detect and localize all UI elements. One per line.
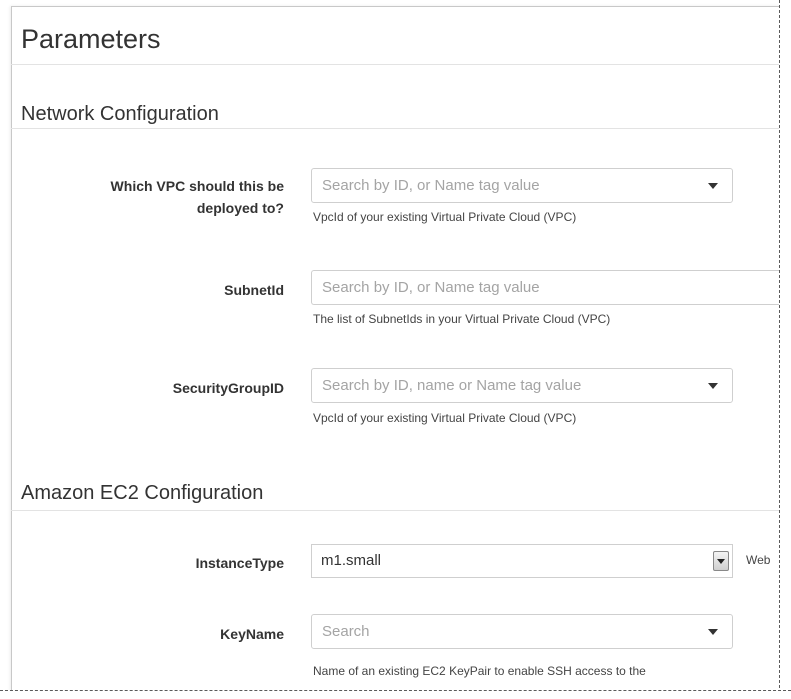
securitygroupid-label-visible: SecurityGroupID (172, 380, 284, 396)
subnetid-help: The list of SubnetIds in your Virtual Pr… (313, 312, 611, 326)
instancetype-value: m1.small (321, 552, 382, 569)
vpc-label-line2: deployed to? (196, 200, 284, 216)
section-heading-ec2: Amazon EC2 Configuration (21, 482, 264, 504)
instancetype-side-text: Web (746, 553, 771, 567)
vpc-label-line1: Which VPC should this be (110, 178, 284, 194)
section-divider-ec2 (11, 510, 779, 511)
instancetype-label: InstanceType (195, 555, 284, 571)
instancetype-select[interactable]: m1.small (311, 544, 733, 578)
dropdown-arrow-icon[interactable] (713, 551, 729, 571)
securitygroupid-select-placeholder: Search by ID, name or Name tag value (322, 377, 582, 394)
torn-edge-right (779, 0, 791, 698)
title-divider (11, 64, 779, 65)
vpc-select[interactable]: Search by ID, or Name tag value (311, 168, 733, 203)
vpc-help: VpcId of your existing Virtual Private C… (313, 210, 577, 224)
subnetid-label: SubnetId (224, 282, 284, 298)
vpc-select-placeholder: Search by ID, or Name tag value (322, 177, 540, 194)
chevron-down-icon (708, 383, 718, 389)
securitygroupid-help: VpcId of your existing Virtual Private C… (313, 411, 577, 425)
securitygroupid-select[interactable]: Search by ID, name or Name tag value (311, 368, 733, 403)
page-title: Parameters (21, 24, 161, 54)
subnetid-select[interactable]: Search by ID, or Name tag value (311, 270, 781, 305)
keyname-select[interactable]: Search (311, 614, 733, 649)
keyname-help: Name of an existing EC2 KeyPair to enabl… (313, 664, 646, 678)
subnetid-select-placeholder: Search by ID, or Name tag value (322, 279, 540, 296)
chevron-down-icon (708, 183, 718, 189)
section-divider-network (11, 128, 779, 129)
chevron-down-icon (708, 629, 718, 635)
keyname-select-placeholder: Search (322, 623, 370, 640)
section-heading-network: Network Configuration (21, 103, 219, 125)
keyname-label: KeyName (220, 626, 284, 642)
